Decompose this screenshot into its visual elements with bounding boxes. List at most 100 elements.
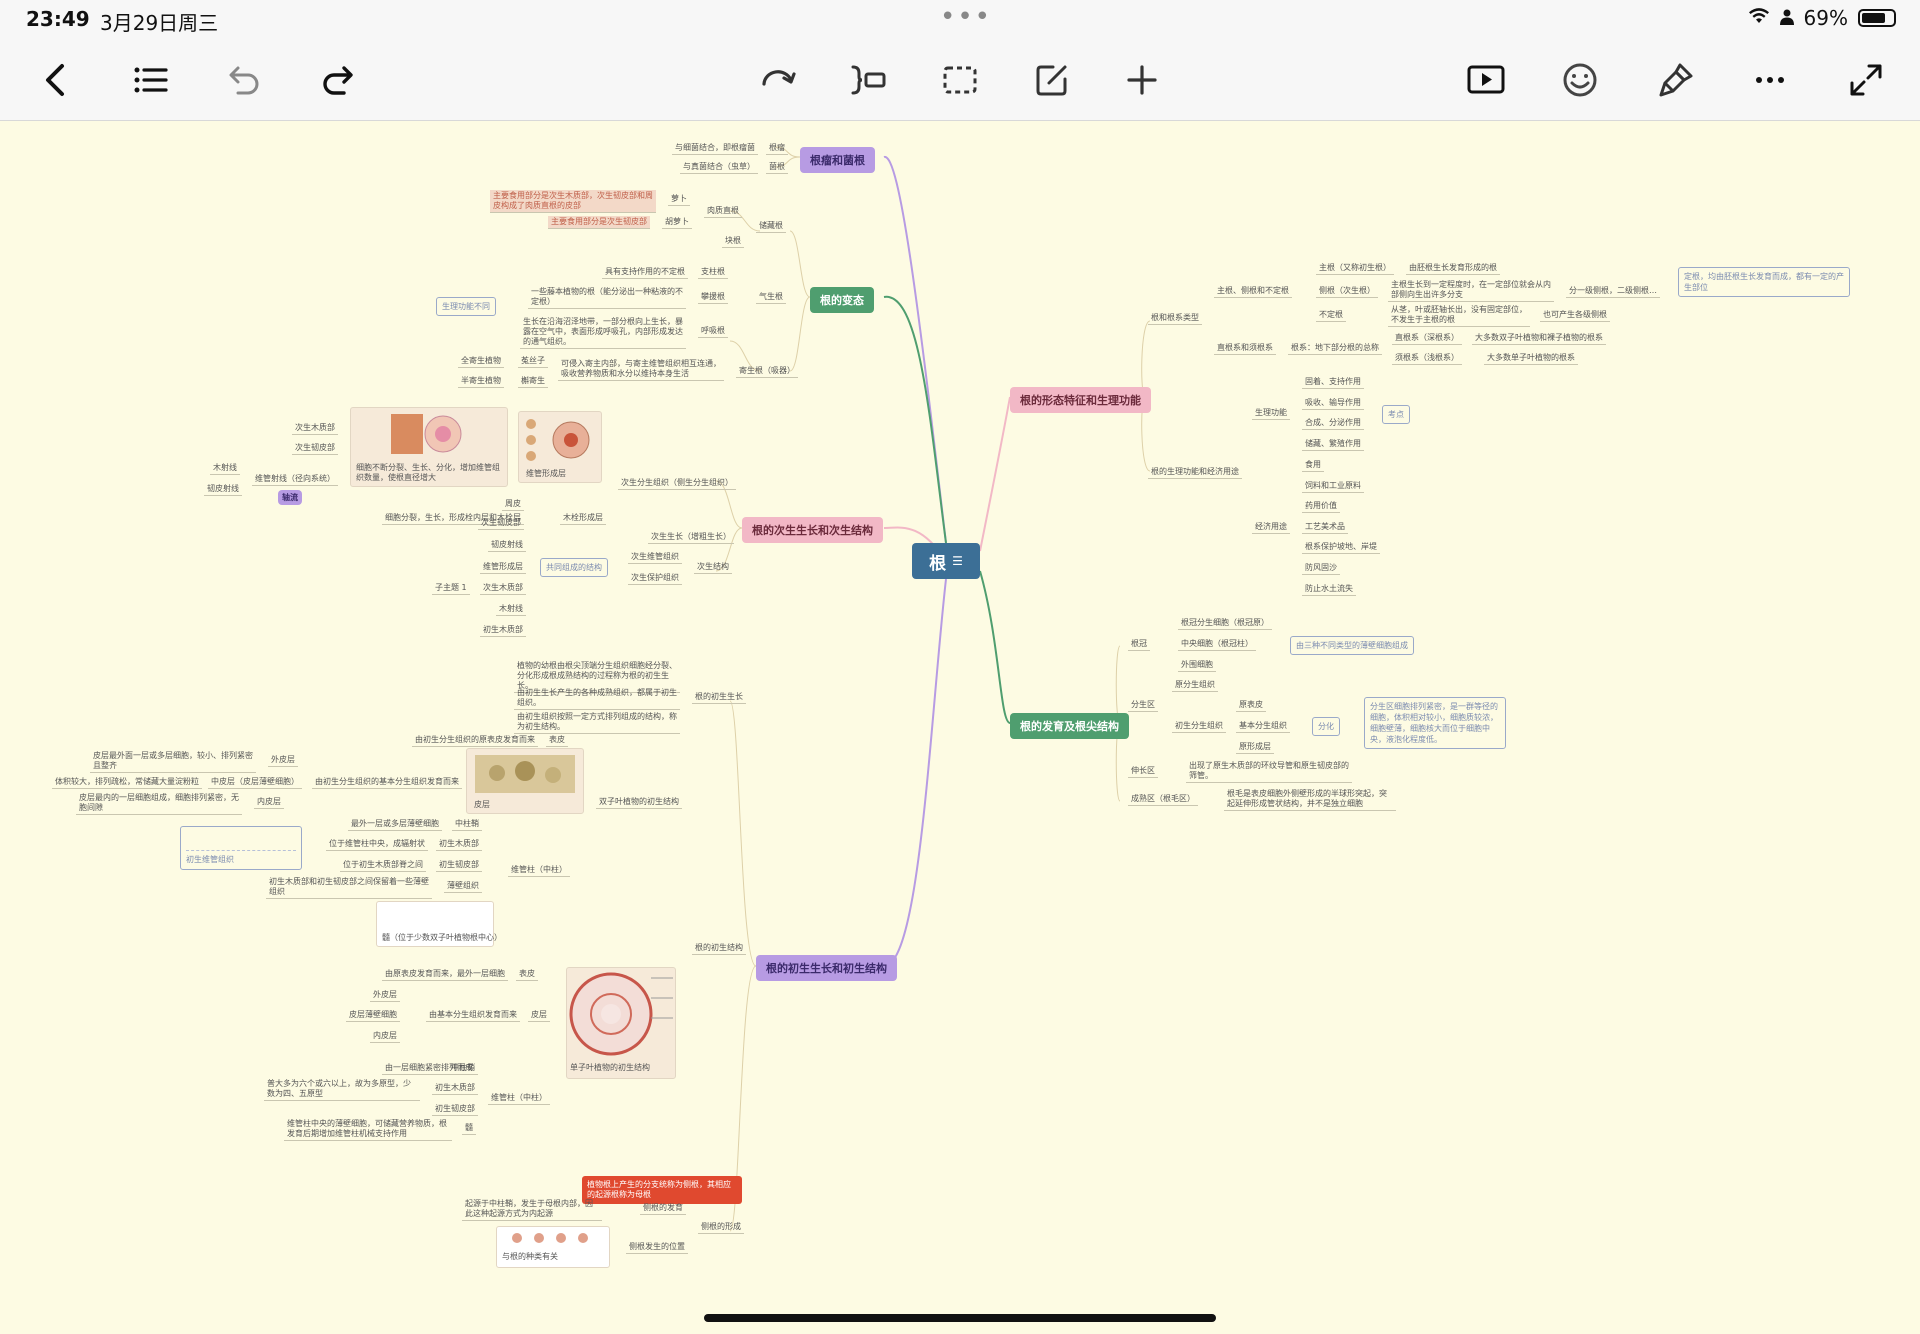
map-node[interactable]: 最外一层或多层薄壁细胞 [348,818,442,831]
branch-secondary-growth[interactable]: 根的次生生长和次生结构 [742,517,883,543]
map-node[interactable]: 根和根系类型 [1148,312,1202,325]
map-node[interactable]: 储藏根 [756,220,786,233]
diagram-image[interactable]: 髓（位于少数双子叶植物根中心） [376,901,502,947]
map-node[interactable]: 药用价值 [1302,500,1340,513]
map-node[interactable]: 分一级侧根，二级侧根… [1566,285,1660,298]
map-node[interactable]: 直根系和须根系 [1214,342,1276,355]
multitask-dots[interactable]: ••• [940,2,992,32]
diagram-image[interactable]: 与根的种类有关 [496,1226,610,1268]
map-node[interactable]: 成熟区（根毛区） [1128,793,1198,806]
map-node[interactable]: 次生木质部 [480,582,526,595]
map-node[interactable]: 位于初生木质部脊之间 [340,859,426,872]
map-node[interactable]: 大多数双子叶植物和裸子植物的根系 [1472,332,1606,345]
map-node[interactable]: 外皮层 [370,989,400,1002]
map-node[interactable]: 内皮层 [254,796,284,809]
map-node[interactable]: 储藏、繁殖作用 [1302,438,1364,451]
map-node[interactable]: 次生木质部 [292,422,338,435]
redo-icon[interactable] [314,56,362,104]
map-node[interactable]: 次生结构 [694,561,732,574]
summary-node[interactable]: 分化 [1312,717,1340,736]
map-node[interactable]: 初生木质部 [436,838,482,851]
map-node[interactable]: 皮层最外面一层或多层细胞，较小、排列紧密且整齐 [90,750,256,773]
branch-root-metamorphosis[interactable]: 根的变态 [810,287,874,313]
map-node[interactable]: 菟丝子 [518,355,548,368]
map-node[interactable]: 食用 [1302,459,1324,472]
map-node[interactable]: 中柱鞘 [448,1062,478,1075]
map-node[interactable]: 外围细胞 [1178,659,1216,672]
map-node[interactable]: 根的初生生长 [692,691,746,704]
map-node[interactable]: 生长在沿海沼泽地带，一部分根向上生长，暴露在空气中，表面形成呼吸孔，内部形成发达… [520,316,686,349]
map-node[interactable]: 次生韧皮部 [292,442,338,455]
map-node[interactable]: 次生生长（增粗生长） [648,531,734,544]
map-node[interactable]: 子主题 1 [432,582,470,595]
map-node[interactable]: 根冠 [1128,638,1150,651]
map-node[interactable]: 由初生分生组织的原表皮发育而来 [412,734,538,747]
map-node[interactable]: 根的初生结构 [692,942,746,955]
reflow-icon[interactable] [754,56,802,104]
map-node[interactable]: 初生韧皮部 [432,1103,478,1116]
map-node[interactable]: 韧皮射线 [488,539,526,552]
map-node[interactable]: 合成、分泌作用 [1302,417,1364,430]
map-node[interactable]: 次生维管组织 [628,551,682,564]
map-node[interactable]: 也可产生各级侧根 [1540,309,1610,322]
map-node[interactable]: 内皮层 [370,1030,400,1043]
summary-node[interactable]: 初生维管组织 [180,826,302,870]
map-node[interactable]: 呼吸根 [698,325,728,338]
diagram-image[interactable]: 细胞不断分裂、生长、分化，增加维管组织数量，使根直径增大 [350,407,508,487]
map-node[interactable]: 分生区 [1128,699,1158,712]
map-node[interactable]: 支柱根 [698,266,728,279]
map-node[interactable]: 主根（又称初生根） [1316,262,1394,275]
map-node[interactable]: 侧根（次生根） [1316,285,1378,298]
map-node[interactable]: 须根系（浅根系） [1392,352,1462,365]
map-node[interactable]: 次生韧皮部 [478,517,524,530]
present-icon[interactable] [1462,56,1510,104]
undo-icon[interactable] [220,56,268,104]
callout-note[interactable]: 植物根上产生的分支统称为侧根，其相应的起源根称为母根 [582,1176,742,1204]
brush-icon[interactable] [1652,56,1700,104]
fullscreen-icon[interactable] [1842,56,1890,104]
map-node[interactable]: 根系：地下部分根的总称 [1288,342,1382,355]
map-node[interactable]: 初生韧皮部 [436,859,482,872]
map-node[interactable]: 与细菌结合，即根瘤菌 [672,142,758,155]
map-node[interactable]: 维管柱中央的薄壁细胞，可储藏营养物质，根发育后期增加维管柱机械支持作用 [284,1118,452,1141]
outline-icon[interactable] [126,56,174,104]
map-node[interactable]: 寄生根（吸器） [736,365,798,378]
map-node[interactable]: 根的生理功能和经济用途 [1148,466,1242,479]
map-node[interactable]: 维管柱（中柱） [488,1092,550,1105]
map-node[interactable]: 皮层最内的一层细胞组成，细胞排列紧密，无胞间隙 [76,792,242,815]
map-node[interactable]: 全寄生植物 [458,355,504,368]
summary-node[interactable]: 考点 [1382,405,1410,424]
map-node[interactable]: 由初生分生组织的基本分生组织发育而来 [312,776,462,789]
tag-node[interactable]: 轴流 [278,490,302,505]
map-node[interactable]: 饲料和工业原料 [1302,480,1364,493]
map-node[interactable]: 经济用途 [1252,521,1290,534]
branch-development-tip[interactable]: 根的发育及根尖结构 [1010,713,1129,739]
map-node[interactable]: 皮层薄壁细胞 [346,1009,400,1022]
branch-morphology-function[interactable]: 根的形态特征和生理功能 [1010,387,1151,413]
map-node[interactable]: 主根、侧根和不定根 [1214,285,1292,298]
summary-node[interactable]: 生理功能不同 [436,297,496,316]
map-node[interactable]: 出现了原生木质部的环纹导管和原生韧皮部的筛管。 [1186,760,1352,783]
map-node[interactable]: 维管形成层 [480,561,526,574]
map-node[interactable]: 萝卜 [668,193,690,206]
map-node[interactable]: 维管柱（中柱） [508,864,570,877]
map-node[interactable]: 吸收、输导作用 [1302,397,1364,410]
map-node[interactable]: 根冠分生细胞（根冠原） [1178,617,1272,630]
map-node[interactable]: 一些藤本植物的根（能分泌出一种粘液的不定根） [528,286,686,309]
summary-node[interactable]: 共同组成的结构 [540,558,608,577]
map-node[interactable]: 原表皮 [1236,699,1266,712]
insert-child-icon[interactable] [844,56,892,104]
map-node[interactable]: 皮层 [528,1009,550,1022]
map-node[interactable]: 主根生长到一定程度时，在一定部位就会从内部侧向生出许多分支 [1388,279,1554,302]
map-node[interactable]: 根瘤 [766,142,788,155]
map-node[interactable]: 普大多为六个或六以上，故为多原型，少数为四、五原型 [264,1078,420,1101]
map-node[interactable]: 具有支持作用的不定根 [602,266,688,279]
map-node[interactable]: 木栓形成层 [560,512,606,525]
map-node[interactable]: 起源于中柱鞘，发生于母根内部，因此这种起源方式为内起源 [462,1198,602,1221]
map-node[interactable]: 可侵入寄主内部，与寄主维管组织相互连通，吸收营养物质和水分以维持本身生活 [558,358,724,381]
back-icon[interactable] [32,56,80,104]
map-node[interactable]: 初生分生组织 [1172,720,1226,733]
map-node[interactable]: 槲寄生 [518,375,548,388]
map-node[interactable]: 中央细胞（根冠柱） [1178,638,1256,651]
map-node[interactable]: 防风固沙 [1302,562,1340,575]
